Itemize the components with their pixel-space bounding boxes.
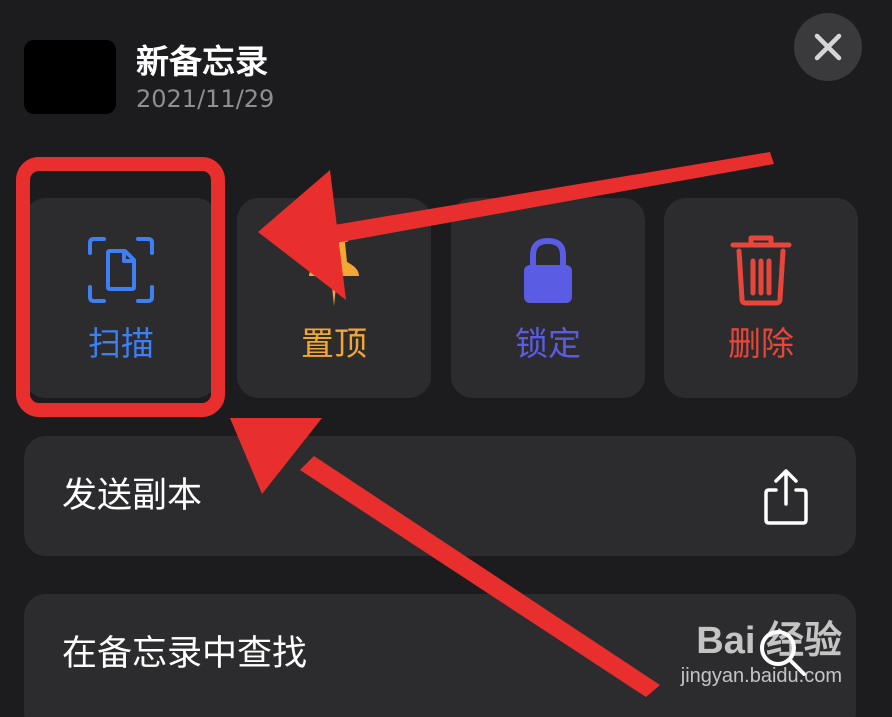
delete-label: 删除 <box>728 324 794 363</box>
note-date: 2021/11/29 <box>136 85 275 113</box>
find-in-note-label: 在备忘录中查找 <box>62 634 308 674</box>
lock-label: 锁定 <box>515 324 581 363</box>
lock-icon <box>524 237 572 303</box>
share-icon <box>764 469 808 525</box>
note-title: 新备忘录 <box>136 42 268 81</box>
watermark-logo: Bai 经验 <box>696 620 842 662</box>
watermark-url: jingyan.baidu.com <box>680 665 842 687</box>
close-button[interactable] <box>794 13 862 81</box>
baidu-watermark: Bai 经验 jingyan.baidu.com <box>681 618 842 688</box>
scan-label: 扫描 <box>88 324 154 363</box>
note-thumbnail <box>24 40 116 114</box>
send-copy-label: 发送副本 <box>62 476 203 516</box>
trash-icon <box>730 235 792 306</box>
close-icon <box>814 33 842 61</box>
delete-button[interactable]: 删除 <box>664 198 858 398</box>
pin-button[interactable]: 置顶 <box>237 198 431 398</box>
share-sheet: 新备忘录 2021/11/29 扫描 置顶 锁定 删除 发送副本 在备忘录中查找… <box>0 0 892 717</box>
scan-document-icon <box>88 237 154 303</box>
pin-icon <box>309 234 359 306</box>
pin-label: 置顶 <box>301 324 367 363</box>
scan-button[interactable]: 扫描 <box>24 198 218 398</box>
lock-button[interactable]: 锁定 <box>451 198 645 398</box>
send-copy-row[interactable]: 发送副本 <box>24 436 856 556</box>
